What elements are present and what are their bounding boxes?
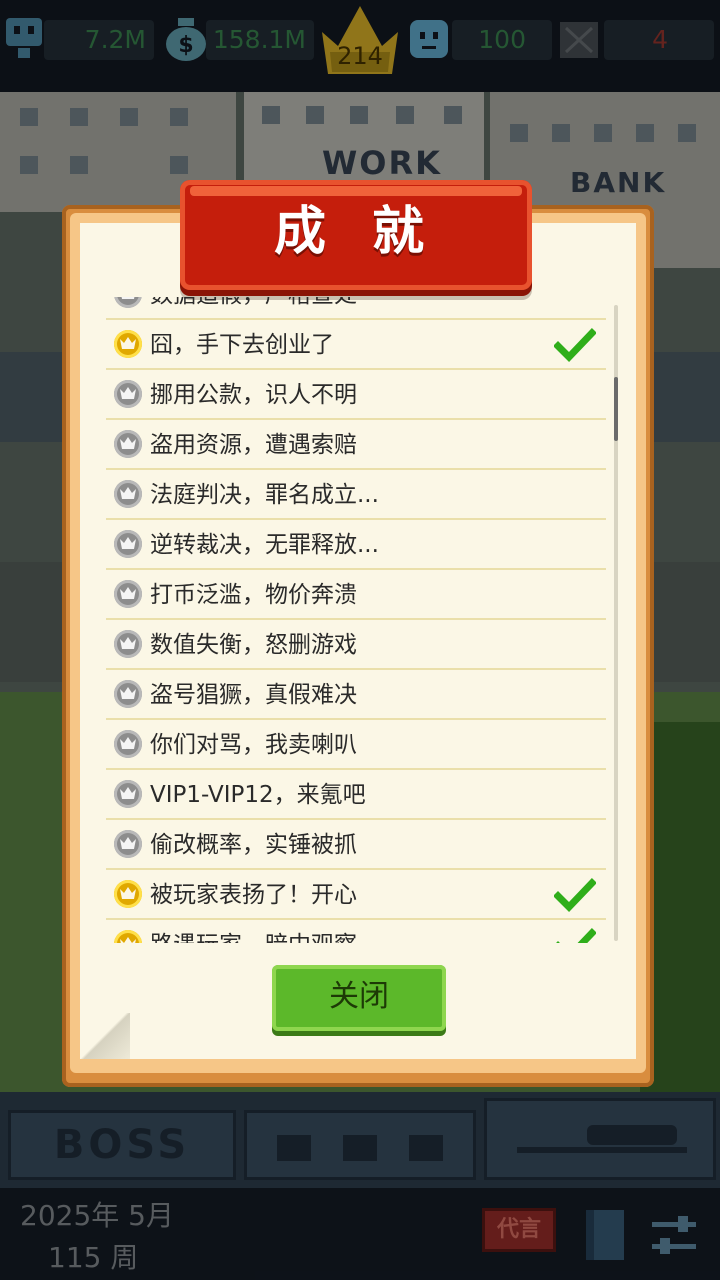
silver-crown-medal-icon (114, 530, 142, 558)
achievement-label: 法庭判决，罪名成立... (150, 482, 379, 508)
checkmark-icon (553, 328, 597, 366)
achievement-label: 挪用公款，识人不明 (150, 382, 357, 408)
silver-crown-medal-icon (114, 430, 142, 458)
gold-crown-medal-icon (114, 880, 142, 908)
achievement-row: 打币泛滥，物价奔溃 (106, 570, 606, 620)
achievement-label: 被玩家表扬了！开心 (150, 882, 357, 908)
achievement-label: 囧，手下去创业了 (150, 332, 334, 358)
scrollbar-thumb[interactable] (614, 377, 618, 441)
achievement-label: 你们对骂，我卖喇叭 (150, 732, 357, 758)
achievement-row: VIP1-VIP12，来氪吧 (106, 770, 606, 820)
achievement-row: 你们对骂，我卖喇叭 (106, 720, 606, 770)
achievement-label: 偷改概率，实锤被抓 (150, 832, 357, 858)
silver-crown-medal-icon (114, 680, 142, 708)
achievement-row: 挪用公款，识人不明 (106, 370, 606, 420)
achievement-row: 逆转裁决，无罪释放... (106, 520, 606, 570)
achievement-row: 法庭判决，罪名成立... (106, 470, 606, 520)
achievement-label: 打币泛滥，物价奔溃 (150, 582, 357, 608)
dialog-title: 成 就 (273, 202, 439, 262)
silver-crown-medal-icon (114, 830, 142, 858)
achievement-label: 数值失衡，怒删游戏 (150, 632, 357, 658)
silver-crown-medal-icon (114, 380, 142, 408)
achievement-row: 数据造假，严格查处 (106, 297, 606, 320)
achievement-label: VIP1-VIP12，来氪吧 (150, 782, 366, 808)
achievement-label: 路遇玩家，暗中观察 (150, 920, 357, 943)
silver-crown-medal-icon (114, 780, 142, 808)
achievement-label: 逆转裁决，无罪释放... (150, 532, 379, 558)
achievement-label: 盗号猖獗，真假难决 (150, 682, 357, 708)
achievement-row: 路遇玩家，暗中观察 (106, 920, 606, 943)
silver-crown-medal-icon (114, 630, 142, 658)
achievement-row: 被玩家表扬了！开心 (106, 870, 606, 920)
dialog-title-banner: 成 就 (180, 180, 532, 290)
gold-crown-medal-icon (114, 930, 142, 943)
achievement-row: 数值失衡，怒删游戏 (106, 620, 606, 670)
paper-curl (80, 1013, 130, 1059)
achievement-row: 盗号猖獗，真假难决 (106, 670, 606, 720)
achievement-label: 盗用资源，遭遇索赔 (150, 432, 357, 458)
close-button[interactable]: 关闭 (272, 965, 446, 1031)
achievement-label: 数据造假，严格查处 (150, 297, 357, 320)
achievement-row: 囧，手下去创业了 (106, 320, 606, 370)
achievement-row: 盗用资源，遭遇索赔 (106, 420, 606, 470)
checkmark-icon (553, 878, 597, 916)
checkmark-icon (554, 928, 597, 943)
gold-crown-medal-icon (114, 330, 142, 358)
achievement-list[interactable]: 数据造假，严格查处囧，手下去创业了挪用公款，识人不明盗用资源，遭遇索赔法庭判决，… (106, 297, 606, 943)
silver-crown-medal-icon (114, 297, 142, 308)
silver-crown-medal-icon (114, 580, 142, 608)
silver-crown-medal-icon (114, 480, 142, 508)
list-scrollbar[interactable] (614, 305, 618, 941)
achievement-row: 偷改概率，实锤被抓 (106, 820, 606, 870)
silver-crown-medal-icon (114, 730, 142, 758)
